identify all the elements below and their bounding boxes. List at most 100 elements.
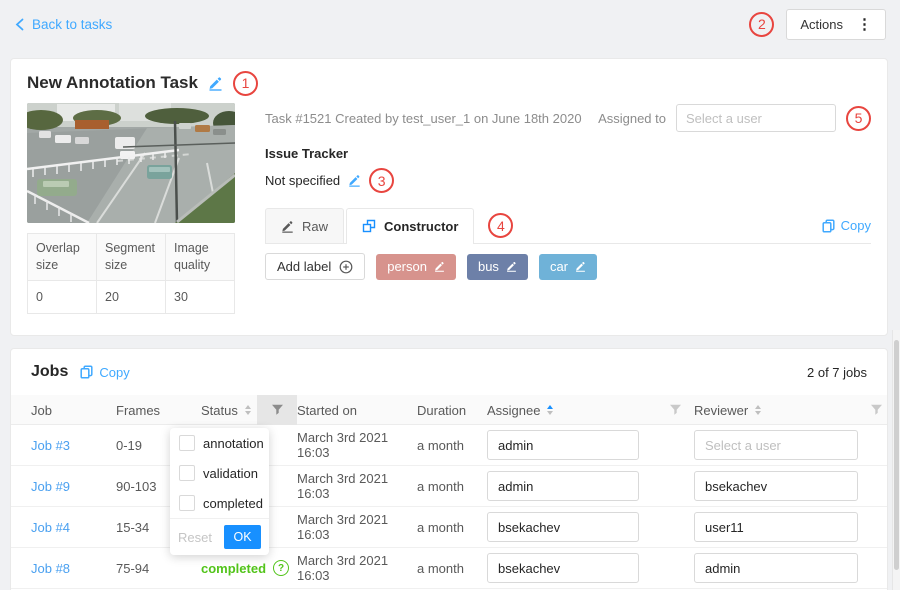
add-label-button[interactable]: Add label [265,253,365,280]
block-icon [362,219,376,233]
task-preview-image [27,103,235,223]
sort-icon-status [245,405,251,415]
param-header-quality: Image quality [166,234,235,281]
jobs-card: Jobs Copy 2 of 7 jobs Job Frames Status [10,348,888,590]
column-header-started: Started on [297,395,417,425]
funnel-icon [271,404,284,416]
jobs-count: 2 of 7 jobs [807,365,867,380]
funnel-icon [669,404,682,416]
job-row-3: Job #3 0-19 March 3rd 2021 16:03 a month [11,425,887,466]
labels-constructor: Add label person bus [265,253,871,280]
filter-option-completed[interactable]: completed [170,488,269,518]
checkbox-validation[interactable] [179,465,195,481]
sort-icon-reviewer [755,405,761,415]
scrollbar-thumb[interactable] [894,340,899,570]
sort-icon-assignee-active [547,405,553,415]
annotation-circle-5: 5 [846,106,871,131]
labels-tabs: Raw Constructor 4 Copy [265,208,871,244]
chevron-left-icon [14,18,25,31]
column-header-duration: Duration [417,395,487,425]
label-chip-car[interactable]: car [539,254,597,280]
issue-tracker-value: Not specified [265,173,340,188]
reviewer-input[interactable] [694,553,858,583]
started-cell: March 3rd 2021 16:03 [297,471,417,501]
add-label-button-label: Add label [277,259,331,274]
back-to-tasks-link[interactable]: Back to tasks [14,17,112,32]
job-link[interactable]: Job #8 [31,561,70,576]
filter-reset-button[interactable]: Reset [178,530,212,545]
column-header-job: Job [31,395,116,425]
param-value-quality: 30 [166,280,235,313]
checkbox-annotation[interactable] [179,435,195,451]
frames-cell: 75-94 [116,561,201,576]
page-scrollbar[interactable] [892,330,900,590]
cvat-task-page: Back to tasks 2 Actions ⋮ New Annotation… [0,0,900,590]
pencil-icon [434,261,445,272]
edit-issue-tracker-icon[interactable] [348,174,361,187]
tab-constructor[interactable]: Constructor [346,208,474,243]
edit-title-icon[interactable] [208,76,223,91]
reviewer-input[interactable] [694,471,858,501]
job-link[interactable]: Job #3 [31,438,70,453]
jobs-copy-label: Copy [99,365,129,380]
tab-raw[interactable]: Raw [265,208,344,243]
filter-ok-button[interactable]: OK [224,525,261,549]
status-filter-button[interactable] [257,395,297,425]
param-header-overlap: Overlap size [28,234,97,281]
task-parameters-table: Overlap size Segment size Image quality … [27,233,235,314]
assignee-input[interactable] [487,430,639,460]
assignee-input[interactable] [487,553,639,583]
labels-copy-label: Copy [841,218,871,233]
job-link[interactable]: Job #9 [31,479,70,494]
filter-option-annotation[interactable]: annotation [170,428,269,458]
label-chip-bus[interactable]: bus [467,254,528,280]
assignee-filter-button[interactable] [657,395,694,425]
task-title: New Annotation Task [27,73,198,93]
reviewer-input[interactable] [694,430,858,460]
param-value-overlap: 0 [28,280,97,313]
copy-icon [80,365,93,379]
checkbox-completed[interactable] [179,495,195,511]
param-value-segment: 20 [97,280,166,313]
reviewer-filter-button[interactable] [866,395,887,425]
column-header-assignee[interactable]: Assignee [487,395,657,425]
annotation-circle-4: 4 [488,213,513,238]
reviewer-input[interactable] [694,512,858,542]
filter-option-validation[interactable]: validation [170,458,269,488]
jobs-copy-link[interactable]: Copy [80,365,129,380]
started-cell: March 3rd 2021 16:03 [297,553,417,583]
traffic-scene-thumbnail [27,103,235,223]
label-chip-person-name: person [387,259,427,274]
column-header-reviewer[interactable]: Reviewer [694,395,866,425]
task-assignee-input[interactable] [676,104,836,132]
issue-tracker-label: Issue Tracker [265,146,871,161]
back-to-tasks-label: Back to tasks [32,17,112,32]
duration-cell: a month [417,479,487,494]
annotation-circle-1: 1 [233,71,258,96]
param-header-segment: Segment size [97,234,166,281]
more-vertical-icon: ⋮ [857,17,872,32]
annotation-circle-2: 2 [749,12,774,37]
tab-constructor-label: Constructor [384,219,458,234]
filter-option-completed-label: completed [203,496,263,511]
pencil-icon [506,261,517,272]
label-chip-person[interactable]: person [376,254,456,280]
job-row-9: Job #9 90-103 March 3rd 2021 16:03 a mon… [11,466,887,507]
top-bar: Back to tasks 2 Actions ⋮ [0,0,900,48]
job-row-4: Job #4 15-34 March 3rd 2021 16:03 a mont… [11,507,887,548]
assignee-input[interactable] [487,471,639,501]
status-badge-completed: completed [201,561,266,576]
duration-cell: a month [417,438,487,453]
column-header-status[interactable]: Status [201,395,257,425]
filter-option-annotation-label: annotation [203,436,264,451]
duration-cell: a month [417,520,487,535]
label-chip-car-name: car [550,259,568,274]
assignee-input[interactable] [487,512,639,542]
labels-copy-link[interactable]: Copy [822,218,871,233]
annotation-circle-3: 3 [369,168,394,193]
job-link[interactable]: Job #4 [31,520,70,535]
started-cell: March 3rd 2021 16:03 [297,430,417,460]
actions-button[interactable]: Actions ⋮ [786,9,886,40]
question-circle-icon[interactable]: ? [273,560,289,576]
assigned-to-label: Assigned to [598,111,666,126]
